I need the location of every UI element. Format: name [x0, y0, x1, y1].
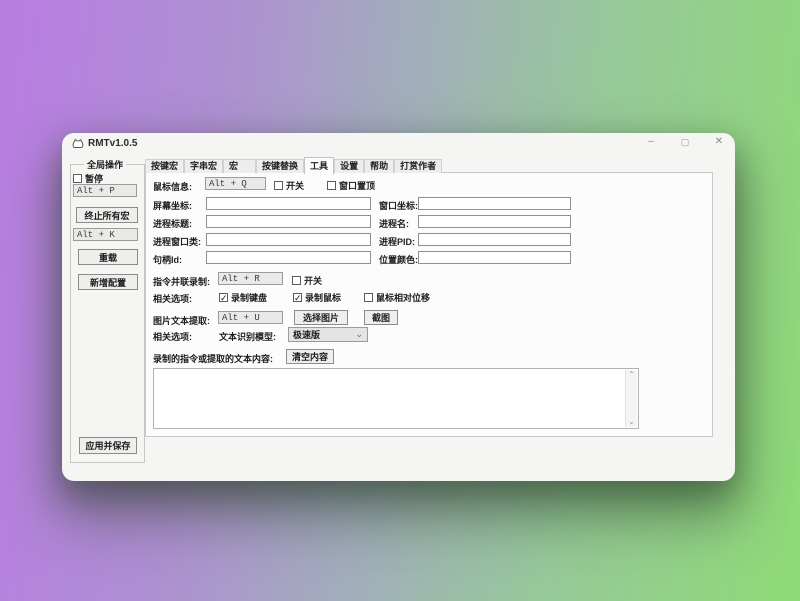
- mouse-info-switch-checkbox[interactable]: 开关: [274, 179, 304, 192]
- scrollbar[interactable]: ⌃ ⌄: [625, 370, 637, 427]
- mouse-info-label: 鼠标信息:: [153, 180, 192, 193]
- process-title-label: 进程标题:: [153, 217, 192, 230]
- checkbox-icon[interactable]: ✓: [219, 293, 228, 302]
- new-config-button[interactable]: 新增配置: [78, 274, 138, 290]
- window-topmost-checkbox[interactable]: 窗口置顶: [327, 179, 375, 192]
- sidebar-group-title: 全局操作: [84, 158, 126, 171]
- scroll-up-icon[interactable]: ⌃: [626, 370, 637, 380]
- record-keyboard-checkbox[interactable]: ✓ 录制键盘: [219, 291, 267, 304]
- apply-save-button[interactable]: 应用并保存: [79, 437, 137, 454]
- checkbox-icon[interactable]: ✓: [293, 293, 302, 302]
- app-logo-icon: [72, 138, 84, 150]
- process-pid-label: 进程PID:: [379, 235, 415, 248]
- mouse-info-hotkey-input[interactable]: [205, 177, 266, 190]
- process-name-input[interactable]: [418, 215, 571, 228]
- tab-help[interactable]: 帮助: [364, 159, 394, 173]
- ocr-label: 图片文本提取:: [153, 314, 210, 327]
- clear-content-button[interactable]: 清空内容: [286, 349, 334, 364]
- process-pid-input[interactable]: [418, 233, 571, 246]
- reload-button[interactable]: 重载: [78, 249, 138, 265]
- chevron-down-icon: ⌄: [355, 329, 363, 340]
- handle-id-input[interactable]: [206, 251, 371, 264]
- screen-coords-input[interactable]: [206, 197, 371, 210]
- checkbox-icon[interactable]: [327, 181, 336, 190]
- ocr-options-label: 相关选项:: [153, 330, 192, 343]
- window-title: RMTv1.0.5: [88, 138, 137, 149]
- checkbox-icon[interactable]: [292, 276, 301, 285]
- ocr-model-dropdown[interactable]: 极速版 ⌄: [288, 327, 368, 342]
- desktop-background: RMTv1.0.5 – ▢ ✕ 全局操作 暂停 终止所有宏 重载 新增配置 应用…: [0, 0, 800, 601]
- handle-id-label: 句柄Id:: [153, 253, 182, 266]
- position-color-label: 位置颜色:: [379, 253, 418, 266]
- tab-donate[interactable]: 打赏作者: [394, 159, 442, 173]
- window-coords-input[interactable]: [418, 197, 571, 210]
- checkbox-icon[interactable]: [73, 174, 82, 183]
- output-textarea[interactable]: ⌃ ⌄: [153, 368, 639, 429]
- tools-panel: 鼠标信息: 开关 窗口置顶 屏幕坐标: 窗口坐标: 进程标题: 进程名: 进程窗…: [145, 172, 713, 437]
- ocr-hotkey-input[interactable]: [218, 311, 283, 324]
- ocr-model-value: 极速版: [293, 328, 320, 341]
- record-switch-checkbox[interactable]: 开关: [292, 274, 322, 287]
- record-hotkey-input[interactable]: [218, 272, 283, 285]
- stop-all-macros-button[interactable]: 终止所有宏: [76, 207, 138, 223]
- screenshot-button[interactable]: 截图: [364, 310, 398, 325]
- ocr-model-label: 文本识别模型:: [219, 330, 276, 343]
- maximize-button[interactable]: ▢: [679, 135, 691, 149]
- process-name-label: 进程名:: [379, 217, 409, 230]
- tab-key-macro[interactable]: 按键宏: [145, 159, 184, 173]
- tab-string-macro[interactable]: 字串宏: [184, 159, 223, 173]
- record-label: 指令并联录制:: [153, 275, 210, 288]
- select-image-button[interactable]: 选择图片: [294, 310, 348, 325]
- screen-coords-label: 屏幕坐标:: [153, 199, 192, 212]
- process-class-label: 进程窗口类:: [153, 235, 201, 248]
- titlebar: RMTv1.0.5 – ▢ ✕: [62, 133, 735, 155]
- tab-tools[interactable]: 工具: [304, 157, 334, 174]
- pause-hotkey-input[interactable]: [73, 184, 137, 197]
- minimize-button[interactable]: –: [645, 135, 657, 149]
- stop-hotkey-input[interactable]: [73, 228, 138, 241]
- tab-settings[interactable]: 设置: [334, 159, 364, 173]
- close-button[interactable]: ✕: [713, 135, 725, 149]
- record-options-label: 相关选项:: [153, 292, 192, 305]
- window-coords-label: 窗口坐标:: [379, 199, 418, 212]
- output-label: 录制的指令或提取的文本内容:: [153, 352, 273, 365]
- tab-bar: 按键宏 字串宏 宏 按键替换 工具 设置 帮助 打赏作者: [145, 156, 442, 173]
- app-window: RMTv1.0.5 – ▢ ✕ 全局操作 暂停 终止所有宏 重载 新增配置 应用…: [62, 133, 735, 481]
- checkbox-icon[interactable]: [274, 181, 283, 190]
- mouse-relative-checkbox[interactable]: 鼠标相对位移: [364, 291, 430, 304]
- tab-macro[interactable]: 宏: [223, 159, 256, 173]
- tab-key-remap[interactable]: 按键替换: [256, 159, 304, 173]
- position-color-input[interactable]: [418, 251, 571, 264]
- scroll-down-icon[interactable]: ⌄: [626, 417, 637, 427]
- checkbox-icon[interactable]: [364, 293, 373, 302]
- process-title-input[interactable]: [206, 215, 371, 228]
- record-mouse-checkbox[interactable]: ✓ 录制鼠标: [293, 291, 341, 304]
- process-class-input[interactable]: [206, 233, 371, 246]
